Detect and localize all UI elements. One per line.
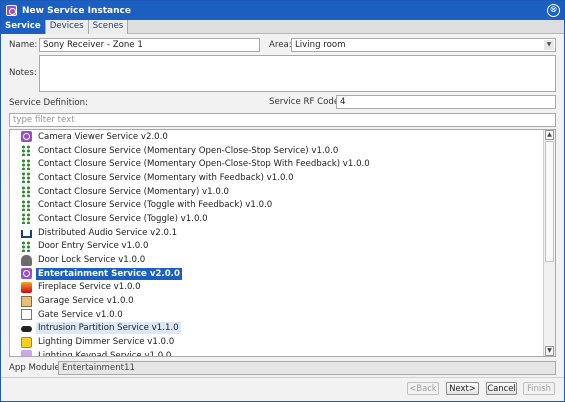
- window-title: New Service Instance: [22, 5, 131, 16]
- contact-closure-icon: [21, 213, 32, 225]
- app-module-label: App Module:: [9, 363, 63, 373]
- service-list-item[interactable]: Contact Closure Service (Toggle) v1.0.0: [10, 212, 543, 226]
- lock-icon: [21, 254, 32, 266]
- service-list-item-label: Camera Viewer Service v2.0.0: [38, 131, 168, 142]
- area-dropdown[interactable]: Living room ▼: [291, 38, 556, 52]
- keypad-icon: [21, 350, 32, 356]
- door-entry-icon: [21, 240, 32, 252]
- service-list-item[interactable]: Contact Closure Service (Momentary Open-…: [10, 157, 543, 171]
- service-list-item[interactable]: Fireplace Service v1.0.0: [10, 281, 543, 295]
- service-list-item[interactable]: Distributed Audio Service v2.0.1: [10, 226, 543, 240]
- service-list-item[interactable]: Garage Service v1.0.0: [10, 294, 543, 308]
- footer-divider: [1, 377, 564, 378]
- service-definition-list[interactable]: Camera Viewer Service v2.0.0 Contact Clos…: [9, 129, 556, 357]
- service-list-item[interactable]: Contact Closure Service (Momentary with …: [10, 171, 543, 185]
- gate-icon: [21, 309, 32, 321]
- service-list-items: Camera Viewer Service v2.0.0 Contact Clos…: [10, 130, 543, 357]
- binoculars-icon: [21, 326, 32, 333]
- scrollbar-thumb[interactable]: [545, 141, 554, 262]
- notes-textarea[interactable]: [39, 55, 556, 92]
- entertainment-icon: [21, 268, 32, 280]
- new-service-instance-dialog: New Service Instance ⊗ Service Devices S…: [0, 0, 565, 402]
- area-value: Living room: [295, 40, 346, 50]
- service-list-item-label: Fireplace Service v1.0.0: [38, 282, 141, 293]
- name-field[interactable]: Sony Receiver - Zone 1: [39, 38, 260, 52]
- tab-scenes[interactable]: Scenes: [88, 20, 129, 34]
- service-list-item-label: Lighting Dimmer Service v1.0.0: [38, 337, 175, 348]
- title-bar: New Service Instance ⊗: [1, 1, 564, 20]
- service-list-item-label: Door Entry Service v1.0.0: [38, 241, 149, 252]
- service-list-item-label: Gate Service v1.0.0: [38, 309, 123, 320]
- name-label: Name:: [9, 40, 38, 50]
- service-list-item-label: Lighting Keypad Service v1.0.0: [38, 350, 172, 357]
- service-list-item[interactable]: Lighting Keypad Service v1.0.0: [10, 349, 543, 357]
- camera-icon: [21, 131, 32, 143]
- service-definition-label: Service Definition:: [9, 98, 89, 108]
- back-button[interactable]: <Back: [407, 382, 439, 395]
- service-list-item[interactable]: Entertainment Service v2.0.0: [10, 267, 543, 281]
- service-list-item-label: Intrusion Partition Service v1.1.0: [36, 322, 181, 335]
- cancel-button[interactable]: Cancel: [486, 382, 517, 395]
- contact-closure-icon: [21, 158, 32, 170]
- service-list-item[interactable]: Contact Closure Service (Momentary Open-…: [10, 144, 543, 158]
- home-audio-icon: [21, 230, 32, 239]
- light-icon: [21, 336, 32, 348]
- finish-button[interactable]: Finish: [523, 382, 555, 395]
- area-label: Area:: [269, 40, 292, 50]
- service-list-item[interactable]: Door Lock Service v1.0.0: [10, 253, 543, 267]
- service-list-item-label: Contact Closure Service (Momentary Open-…: [38, 145, 339, 156]
- service-list-item-label: Contact Closure Service (Toggle) v1.0.0: [38, 213, 208, 224]
- service-list-item-label: Contact Closure Service (Momentary) v1.0…: [38, 186, 230, 197]
- chevron-down-icon[interactable]: ▼: [544, 40, 554, 50]
- service-list-item-label: Contact Closure Service (Momentary Open-…: [38, 159, 370, 170]
- service-list-item[interactable]: Contact Closure Service (Toggle with Fee…: [10, 198, 543, 212]
- scroll-up-arrow-icon[interactable]: ▲: [545, 130, 554, 140]
- filter-input[interactable]: type filter text: [9, 113, 556, 127]
- tab-bar: Service Devices Scenes: [1, 20, 564, 34]
- rf-code-label: Service RF Code:: [269, 97, 343, 107]
- service-list-item[interactable]: Intrusion Partition Service v1.1.0: [10, 322, 543, 336]
- close-button[interactable]: ⊗: [547, 4, 560, 17]
- service-list-item[interactable]: Gate Service v1.0.0: [10, 308, 543, 322]
- scroll-down-arrow-icon[interactable]: ▼: [545, 346, 554, 356]
- contact-closure-icon: [21, 145, 32, 157]
- service-list-item[interactable]: Door Entry Service v1.0.0: [10, 240, 543, 254]
- notes-label: Notes:: [9, 68, 37, 78]
- service-list-item-label: Entertainment Service v2.0.0: [36, 267, 182, 280]
- service-list-item-label: Door Lock Service v1.0.0: [38, 255, 146, 266]
- contact-closure-icon: [21, 186, 32, 198]
- tab-service[interactable]: Service: [1, 20, 46, 34]
- app-module-field: Entertainment11: [58, 361, 556, 375]
- fireplace-icon: [21, 281, 32, 293]
- app-icon: [6, 5, 17, 16]
- tab-devices[interactable]: Devices: [45, 20, 89, 34]
- contact-closure-icon: [21, 199, 32, 211]
- service-list-item[interactable]: Camera Viewer Service v2.0.0: [10, 130, 543, 144]
- rf-code-field[interactable]: 4: [336, 95, 556, 109]
- service-list-item[interactable]: Lighting Dimmer Service v1.0.0: [10, 335, 543, 349]
- contact-closure-icon: [21, 172, 32, 184]
- service-list-item-label: Distributed Audio Service v2.0.1: [38, 227, 178, 238]
- service-list-item-label: Contact Closure Service (Momentary with …: [38, 172, 294, 183]
- next-button[interactable]: Next>: [446, 382, 479, 395]
- service-list-item-label: Garage Service v1.0.0: [38, 296, 134, 307]
- garage-icon: [21, 295, 32, 307]
- service-list-item-label: Contact Closure Service (Toggle with Fee…: [38, 200, 273, 211]
- vertical-scrollbar[interactable]: ▲ ▼: [543, 130, 555, 356]
- service-list-item[interactable]: Contact Closure Service (Momentary) v1.0…: [10, 185, 543, 199]
